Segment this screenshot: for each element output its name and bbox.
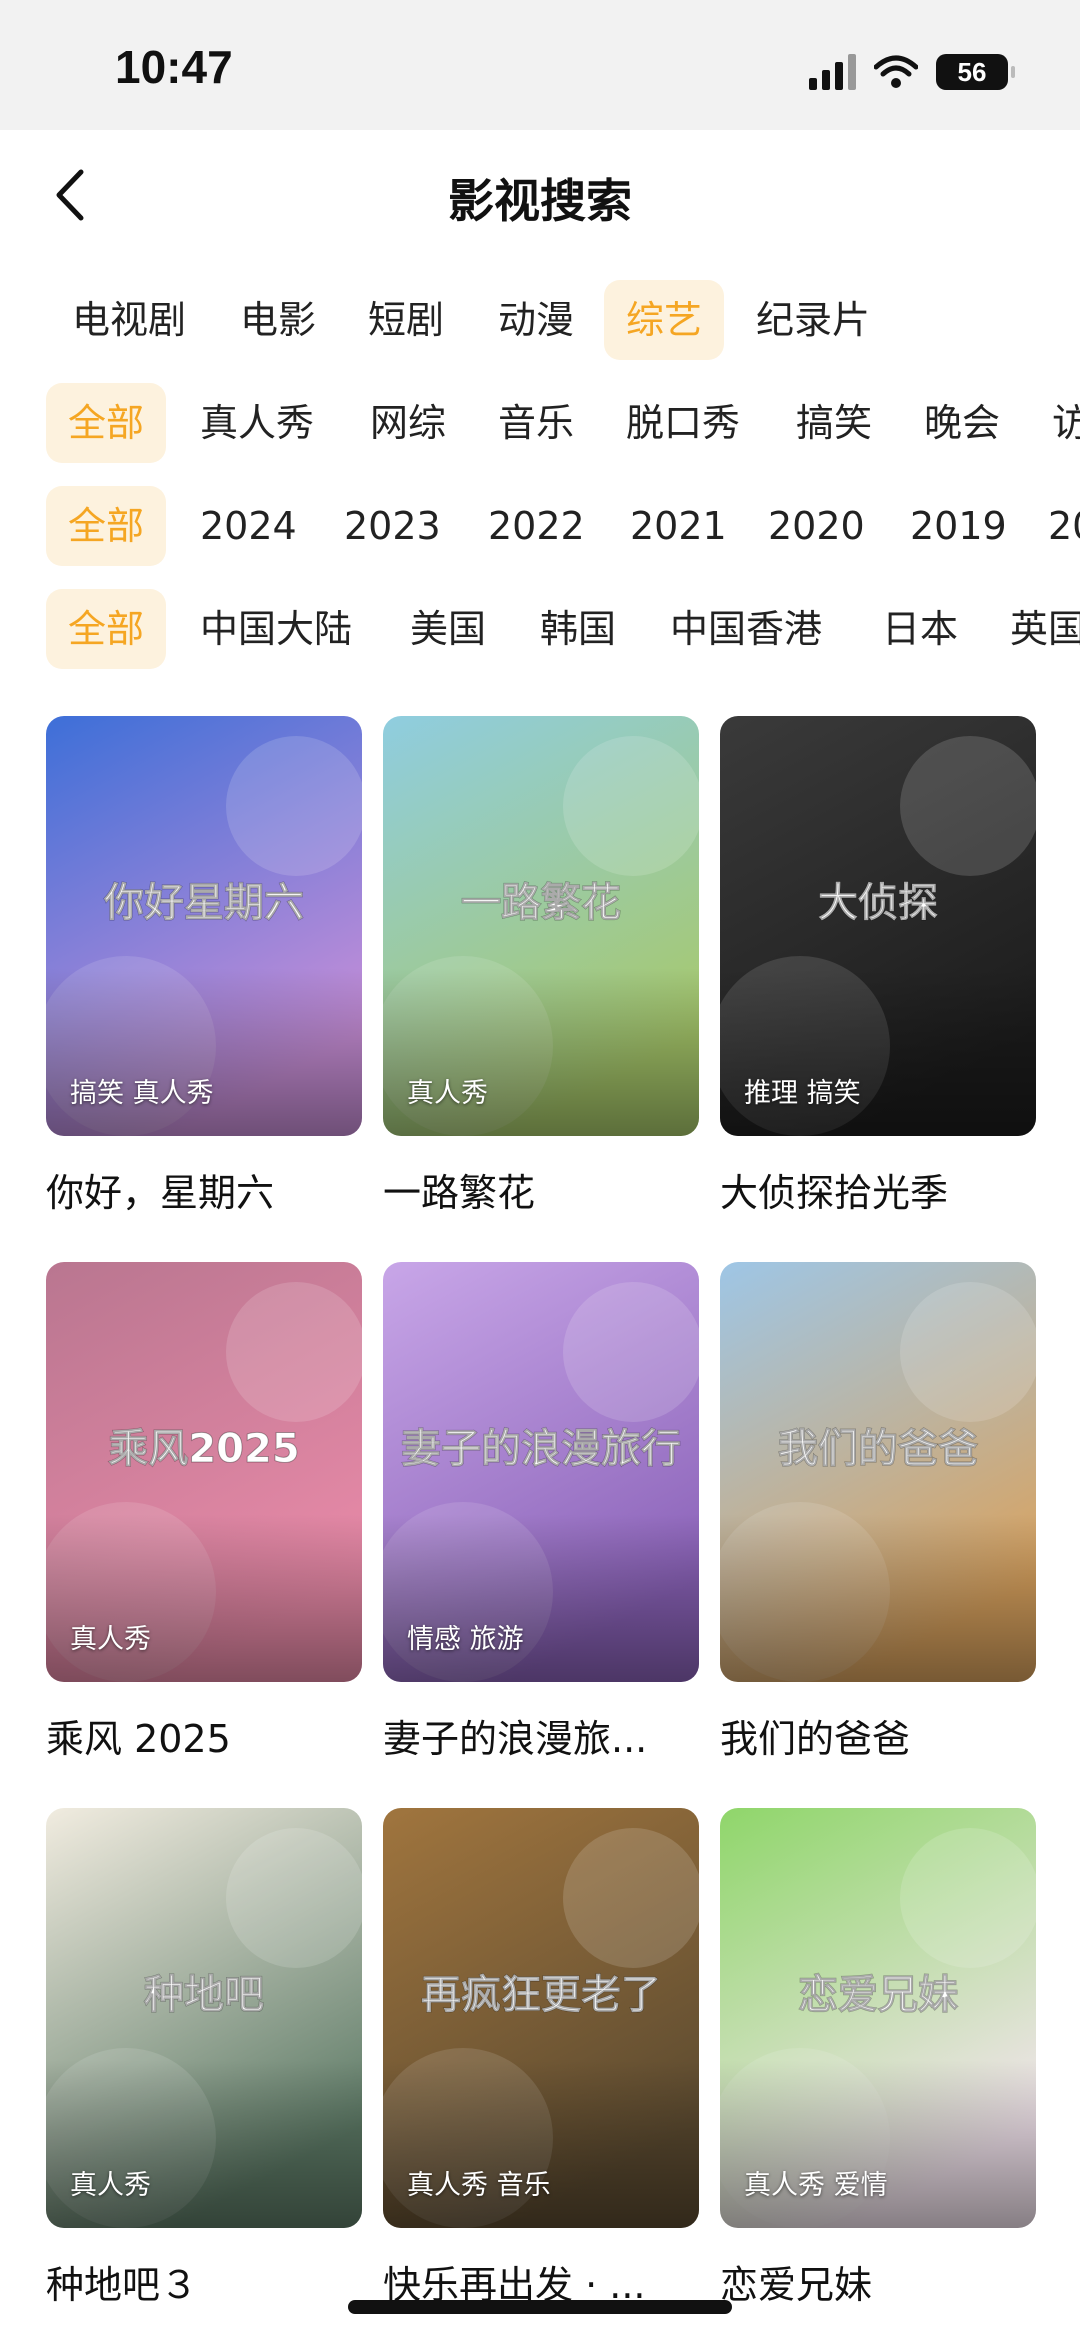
home-indicator [348, 2300, 732, 2314]
region-hong-kong[interactable]: 中国香港 [648, 589, 844, 669]
poster-image[interactable]: 乘风2025 真人秀 [46, 1262, 362, 1682]
genre-music[interactable]: 音乐 [476, 383, 596, 463]
poster-image[interactable]: 一路繁花真人秀 [383, 716, 699, 1136]
region-uk[interactable]: 英国 [988, 589, 1080, 669]
year-2023[interactable]: 2023 [322, 486, 463, 566]
genre-reality[interactable]: 真人秀 [178, 383, 336, 463]
battery-icon: 56 [936, 54, 1015, 90]
tab-documentary[interactable]: 纪录片 [734, 280, 892, 360]
result-card[interactable]: 你好星期六搞笑 真人秀你好，星期六 [46, 716, 362, 1217]
year-2020[interactable]: 2020 [746, 486, 887, 566]
status-icons: 56 [809, 50, 1015, 94]
result-card[interactable]: 乘风2025 真人秀乘风 2025 [46, 1262, 362, 1763]
genre-web-variety[interactable]: 网综 [348, 383, 468, 463]
poster-tags: 搞笑 真人秀 [70, 1078, 214, 1109]
poster-image[interactable]: 恋爱兄妹真人秀 爱情 [720, 1808, 1036, 2228]
poster-image[interactable]: 你好星期六搞笑 真人秀 [46, 716, 362, 1136]
poster-image[interactable]: 我们的爸爸 [720, 1262, 1036, 1682]
genre-talk-show[interactable]: 脱口秀 [604, 383, 762, 463]
signal-icon [809, 54, 856, 90]
genre-all[interactable]: 全部 [46, 383, 167, 463]
svg-text:你好星期六: 你好星期六 [103, 880, 304, 926]
status-bar: 10:47 56 [0, 0, 1080, 130]
card-title: 种地吧３ [46, 2263, 199, 2307]
genre-filter-row: 全部 真人秀 网综 音乐 脱口秀 搞笑 晚会 访 [0, 383, 1080, 463]
year-2024[interactable]: 2024 [178, 486, 319, 566]
poster-tags: 真人秀 爱情 [744, 2170, 888, 2201]
nav-header: 影视搜索 [0, 130, 1080, 260]
region-japan[interactable]: 日本 [860, 589, 980, 669]
svg-text:一路繁花: 一路繁花 [461, 880, 621, 926]
tab-short-drama[interactable]: 短剧 [346, 280, 466, 360]
svg-text:妻子的浪漫旅行: 妻子的浪漫旅行 [401, 1426, 681, 1472]
region-usa[interactable]: 美国 [388, 589, 508, 669]
tab-movie[interactable]: 电影 [218, 280, 338, 360]
poster-image[interactable]: 妻子的浪漫旅行情感 旅游 [383, 1262, 699, 1682]
genre-gala[interactable]: 晚会 [902, 383, 1022, 463]
svg-text:种地吧: 种地吧 [144, 1972, 264, 2018]
card-title: 妻子的浪漫旅... [383, 1717, 648, 1761]
result-card[interactable]: 大侦探推理 搞笑大侦探拾光季 [720, 716, 1036, 1217]
year-filter-row: 全部 2024 2023 2022 2021 2020 2019 20 [0, 486, 1080, 566]
card-title: 乘风 2025 [46, 1717, 231, 1761]
result-card[interactable]: 种地吧真人秀种地吧３ [46, 1808, 362, 2309]
svg-text:大侦探: 大侦探 [818, 880, 938, 926]
type-tabs: 电视剧 电影 短剧 动漫 综艺 纪录片 [0, 280, 1080, 360]
poster-tags: 真人秀 [70, 2170, 151, 2201]
year-2022[interactable]: 2022 [466, 486, 607, 566]
poster-tags: 真人秀 音乐 [407, 2170, 551, 2201]
genre-comedy[interactable]: 搞笑 [774, 383, 894, 463]
result-card[interactable]: 妻子的浪漫旅行情感 旅游妻子的浪漫旅... [383, 1262, 699, 1763]
card-title: 你好，星期六 [46, 1171, 275, 1215]
poster-image[interactable]: 再疯狂更老了真人秀 音乐 [383, 1808, 699, 2228]
result-card[interactable]: 恋爱兄妹 真人秀 爱情 恋爱兄妹 [720, 1808, 1036, 2309]
card-title: 恋爱兄妹 [720, 2263, 873, 2307]
card-title: 大侦探拾光季 [720, 1171, 949, 1215]
svg-text:恋爱兄妹: 恋爱兄妹 [798, 1972, 958, 2018]
svg-text:再疯狂更老了: 再疯狂更老了 [421, 1972, 661, 2018]
region-all[interactable]: 全部 [46, 589, 167, 669]
year-2019[interactable]: 2019 [888, 486, 1029, 566]
result-card[interactable]: 我们的爸爸 我们的爸爸 [720, 1262, 1036, 1763]
poster-image[interactable]: 种地吧真人秀 [46, 1808, 362, 2228]
page-title: 影视搜索 [448, 174, 632, 228]
region-mainland-china[interactable]: 中国大陆 [178, 589, 374, 669]
svg-text:乘风2025: 乘风2025 [108, 1426, 299, 1472]
year-2021[interactable]: 2021 [608, 486, 749, 566]
result-card[interactable]: 一路繁花 真人秀 一路繁花 [383, 716, 699, 1217]
tab-anime[interactable]: 动漫 [476, 280, 596, 360]
poster-tags: 真人秀 [407, 1078, 488, 1109]
region-filter-row: 全部 中国大陆 美国 韩国 中国香港 日本 英国 [0, 589, 1080, 669]
region-korea[interactable]: 韩国 [518, 589, 638, 669]
poster-tags: 真人秀 [70, 1624, 151, 1655]
poster-tags: 推理 搞笑 [744, 1078, 861, 1109]
poster-tags: 情感 旅游 [407, 1624, 524, 1655]
genre-interview[interactable]: 访 [1030, 383, 1080, 463]
year-2018[interactable]: 20 [1026, 486, 1080, 566]
card-title: 我们的爸爸 [720, 1717, 911, 1761]
poster-image[interactable]: 大侦探推理 搞笑 [720, 716, 1036, 1136]
status-time: 10:47 [115, 41, 233, 93]
card-title: 一路繁花 [383, 1171, 536, 1215]
year-all[interactable]: 全部 [46, 486, 167, 566]
wifi-icon [874, 55, 918, 88]
tab-tv-series[interactable]: 电视剧 [50, 280, 208, 360]
tab-variety[interactable]: 综艺 [604, 280, 725, 360]
svg-text:我们的爸爸: 我们的爸爸 [778, 1426, 978, 1472]
result-card[interactable]: 再疯狂更老了 真人秀 音乐 快乐再出发 · ... [383, 1808, 699, 2309]
